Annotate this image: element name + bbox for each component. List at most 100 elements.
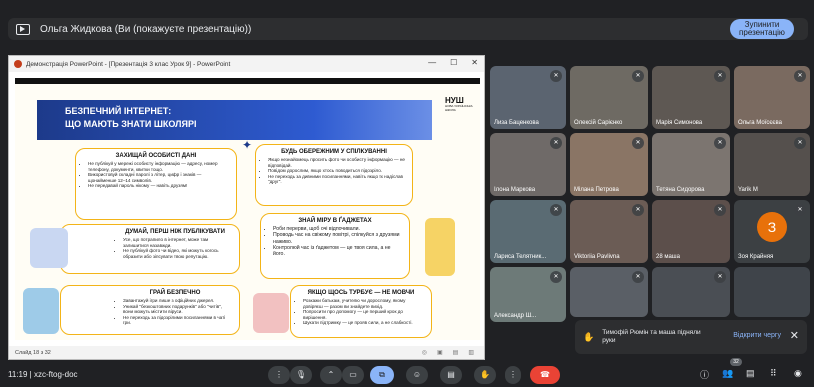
participant-name: Yarik M [738, 187, 758, 193]
illustration-kids [23, 288, 59, 334]
emoji-button[interactable]: ☺ [406, 366, 428, 384]
illustration-laptop [30, 228, 68, 268]
notes-icon[interactable]: ◎ [422, 349, 427, 356]
card-dont-stay-silent: ЯКЩО ЩОСЬ ТУРБУЄ — НЕ МОВЧИ Розкажи бать… [290, 285, 432, 338]
participant-tile[interactable]: ✕ [652, 267, 730, 317]
participant-tile[interactable]: ✕ [570, 267, 648, 317]
chat-icon[interactable]: ▤ [746, 368, 755, 379]
participant-tile[interactable] [734, 267, 810, 317]
participant-tile[interactable]: ✕ 28 маша [652, 200, 730, 263]
participant-tile[interactable]: ✕ Viktoriia Pavlivna [570, 200, 648, 263]
participant-tile[interactable]: ✕ Олексій Сарієнко [570, 66, 648, 129]
participant-tile[interactable]: ✕ Александр Ш... [490, 267, 566, 322]
toast-text: Тимофій Рюмін та маша підняли руки [602, 329, 701, 344]
top-bar: Ольга Жидкова (Ви (покажуєте презентацію… [0, 0, 814, 52]
mic-off-icon: ✕ [714, 137, 726, 149]
end-call-button[interactable]: ☎ [530, 366, 560, 384]
participant-tile[interactable]: ✕ Yarik M [734, 133, 810, 196]
minimize-icon[interactable]: — [428, 58, 436, 67]
mic-off-icon: ✕ [550, 137, 562, 149]
sparkle-icon: ✦ [242, 138, 253, 152]
card-item: Якщо незнайомець просить фото чи особист… [268, 157, 406, 168]
card-play-safe: ГРАЙ БЕЗПЕЧНО Завантажуй ігри лише з офі… [60, 285, 240, 335]
card-title: ЯКЩО ЩОСЬ ТУРБУЄ — НЕ МОВЧИ [307, 290, 415, 296]
info-icon[interactable]: ⓘ [700, 368, 709, 381]
participant-name: 28 маша [656, 254, 680, 260]
captions-button[interactable]: ▤ [440, 366, 462, 384]
participant-name: Олексій Сарієнко [574, 120, 623, 126]
mic-button[interactable]: 🎙 [290, 366, 312, 384]
slideshow-icon[interactable]: ▥ [468, 349, 474, 356]
participant-name: Александр Ш... [494, 313, 537, 319]
card-item: Не переходь за дивними посиланнями, наві… [268, 174, 406, 185]
bottom-bar: 11:19 | xzc-ftog-doc ⋮ 🎙 ⌃ ▭ ⧉ ☺ ▤ ✋ ⋮ ☎… [0, 363, 814, 387]
more-options-button[interactable]: ⋮ [505, 366, 521, 384]
illustration-phone [425, 218, 455, 276]
card-title: БУДЬ ОБЕРЕЖНИМ У СПІЛКУВАННІ [281, 149, 387, 155]
participant-tile[interactable]: ✕ Лариса Телятник... [490, 200, 566, 263]
video-options-button[interactable]: ⌃ [320, 366, 342, 384]
card-item: Попросити про допомогу — це перший крок … [303, 309, 425, 320]
mic-off-icon: ✕ [794, 204, 806, 216]
stop-presenting-button[interactable]: Зупинити презентацію [730, 19, 794, 39]
card-title: ЗАХИЩАЙ ОСОБИСТІ ДАНІ [115, 153, 197, 159]
card-title: ГРАЙ БЕЗПЕЧНО [149, 290, 201, 296]
participant-tile[interactable]: ✕ Мілана Петрова [570, 133, 648, 196]
mic-off-icon: ✕ [794, 137, 806, 149]
open-queue-link[interactable]: Відкрити чергу [733, 332, 781, 339]
activities-icon[interactable]: ⠿ [770, 368, 777, 379]
ppt-status-bar: Слайд 18 з 32 ◎ ▣ ▤ ▥ [9, 346, 484, 359]
host-controls-icon[interactable]: ◉ [794, 368, 802, 379]
card-item: Використовуй складні паролі з літер, циф… [88, 172, 230, 183]
raise-hand-button[interactable]: ✋ [474, 366, 496, 384]
participant-tile[interactable]: ✕ Лиза Баценкова [490, 66, 566, 129]
card-item: Уникай "безкоштовних подарунків" або "чи… [123, 304, 233, 315]
close-icon[interactable]: ✕ [471, 58, 478, 67]
card-item: Контролюй час із ґаджетом — це твоя сила… [273, 245, 403, 258]
normal-view-icon[interactable]: ▣ [437, 349, 443, 356]
maximize-icon[interactable]: ☐ [450, 58, 457, 67]
card-item: Не публікуй у мережі особисту інформацію… [88, 161, 230, 172]
slide-area: БЕЗПЕЧНИЙ ІНТЕРНЕТ: ЩО МАЮТЬ ЗНАТИ ШКОЛЯ… [9, 72, 484, 346]
participant-tile[interactable]: ✕ Ольга Моїсєєва [734, 66, 810, 129]
card-think-before-posting: ДУМАЙ, ПЕРШ НІЖ ПУБЛІКУВАТИ Усе, що потр… [60, 224, 240, 274]
reading-view-icon[interactable]: ▤ [453, 349, 459, 356]
participant-count-badge: 32 [730, 358, 742, 366]
illustration-people [253, 293, 289, 333]
participant-tile[interactable]: ✕ Ілона Маркова [490, 133, 566, 196]
mic-off-icon: ✕ [632, 271, 644, 283]
mic-off-icon: ✕ [550, 70, 562, 82]
raised-hands-toast: ✋ Тимофій Рюмін та маша підняли руки Від… [575, 320, 807, 354]
ppt-title-bar: Демонстрація PowerPoint - [Презентація 3… [9, 56, 484, 72]
mic-off-icon: ✕ [794, 70, 806, 82]
mic-off-icon: ✕ [714, 70, 726, 82]
card-item: Проводь час на свіжому повітрі, спілкуйс… [273, 232, 403, 245]
slide: БЕЗПЕЧНИЙ ІНТЕРНЕТ: ЩО МАЮТЬ ЗНАТИ ШКОЛЯ… [15, 78, 480, 340]
raised-hand-icon: ✋ [583, 331, 595, 342]
card-be-careful: БУДЬ ОБЕРЕЖНИМ У СПІЛКУВАННІ Якщо незнай… [255, 144, 413, 206]
participant-tile[interactable]: ✕ Тетяна Сидорова [652, 133, 730, 196]
camera-button[interactable]: ▭ [342, 366, 364, 384]
card-item: Не публікуй фото чи відео, які можуть ко… [123, 248, 233, 259]
participant-name: Ольга Моїсєєва [738, 120, 782, 126]
card-protect-data: ЗАХИЩАЙ ОСОБИСТІ ДАНІ Не публікуй у мере… [75, 148, 237, 220]
audio-settings-button[interactable]: ⋮ [268, 366, 290, 384]
avatar: З [757, 212, 787, 242]
participant-name: Ілона Маркова [494, 187, 536, 193]
people-icon[interactable]: 👥 [722, 368, 733, 379]
participant-name: Лиза Баценкова [494, 120, 539, 126]
participant-tile[interactable]: ✕ З Зоя Крайняя [734, 200, 810, 263]
mic-off-icon: ✕ [714, 204, 726, 216]
close-icon[interactable]: ✕ [790, 329, 799, 342]
participant-tile[interactable]: ✕ Марія Симонова [652, 66, 730, 129]
card-item: Усе, що потрапило в інтернет, може там з… [123, 237, 233, 248]
present-button[interactable]: ⧉ [370, 366, 394, 384]
participant-name: Зоя Крайняя [738, 254, 774, 260]
presenting-banner: Ольга Жидкова (Ви (покажуєте презентацію… [8, 18, 808, 40]
presenting-text: Ольга Жидкова (Ви (покажуєте презентацію… [40, 23, 252, 35]
mic-off-icon: ✕ [550, 271, 562, 283]
powerpoint-window: Демонстрація PowerPoint - [Презентація 3… [8, 55, 485, 360]
nush-logo-sub: НОВА УКРАЇНСЬКА ШКОЛА [445, 104, 473, 112]
ppt-window-title: Демонстрація PowerPoint - [Презентація 3… [26, 60, 231, 68]
card-gadget-limit: ЗНАЙ МІРУ В ҐАДЖЕТАХ Роби перерви, щоб о… [260, 213, 410, 279]
